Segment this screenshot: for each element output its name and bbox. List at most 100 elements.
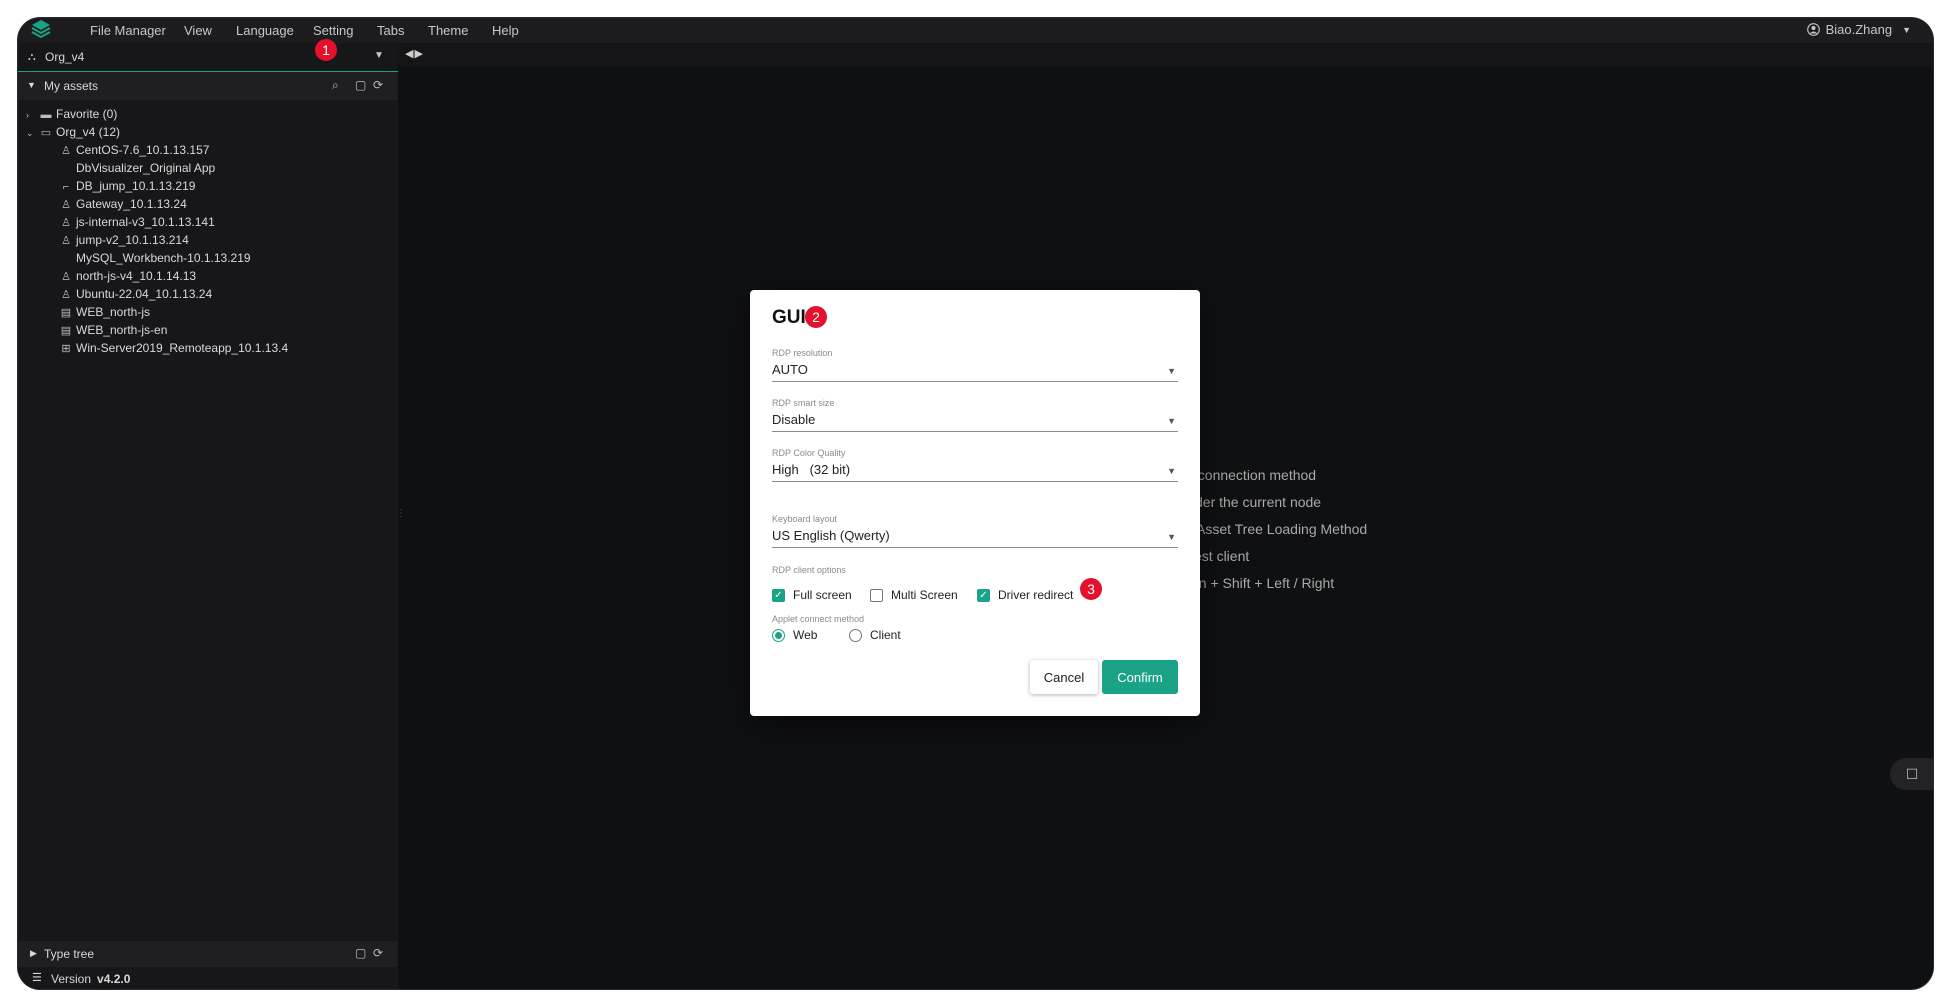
hint-text: Asset Tree Loading Method [1196,521,1368,537]
user-menu[interactable]: Biao.Zhang ▼ [1806,22,1911,37]
tree-node-org[interactable]: ⌄ ▭ Org_v4 (12) [26,123,120,141]
linux-icon: ♙ [61,289,71,301]
field-label: RDP Color Quality [772,448,846,458]
field-label: Keyboard layout [772,514,838,524]
rdp-smart-size-field: RDP smart size Disable ▼ [772,398,1178,432]
field-label: RDP resolution [772,348,833,358]
web-icon: ▤ [60,307,72,319]
radio-label: Client [870,628,901,642]
type-tree-header[interactable]: ▶ Type tree ▢ ⟳ [18,941,398,967]
select-value: US English (Qwerty) [772,528,890,543]
tabs-bar: ◀▶ [398,43,1933,67]
rdp-resolution-field: RDP resolution AUTO ▼ [772,348,1178,382]
app-logo-icon [31,20,51,39]
hint-text: on + Shift + Left / Right [1191,575,1335,591]
caret-down-icon: ▼ [1167,416,1176,426]
tree-node-asset[interactable]: ⌐ DB_jump_10.1.13.219 [60,177,196,195]
sidebar-resize-handle[interactable]: ⋮ [396,508,406,519]
tree-node-label: DB_jump_10.1.13.219 [76,179,196,193]
menu-language[interactable]: Language [236,23,294,38]
tree-node-asset[interactable]: ♙ CentOS-7.6_10.1.13.157 [60,141,209,159]
tree-node-favorite[interactable]: › ▬ Favorite (0) [26,105,117,123]
menu-theme[interactable]: Theme [428,23,468,38]
tree-node-asset[interactable]: MySQL_Workbench-10.1.13.219 [60,249,251,267]
tree-node-asset[interactable]: ⊞ Win-Server2019_Remoteapp_10.1.13.4 [60,339,288,357]
caret-right-icon: ▶ [30,948,37,958]
field-label: Applet connect method [772,614,865,624]
applet-connect-method: Applet connect method [772,614,864,624]
tree-node-label: WEB_north-js-en [76,323,168,337]
version-text: Version [51,972,92,986]
folder-icon: ▬ [40,109,52,121]
chat-icon[interactable]: ☐ [1890,758,1933,790]
collapse-icon[interactable]: ▢ [355,946,366,960]
tree-node-label: CentOS-7.6_10.1.13.157 [76,143,210,157]
caret-down-icon: ▼ [1167,366,1176,376]
linux-icon: ♙ [61,199,71,211]
menu-view[interactable]: View [184,23,212,38]
folder-open-icon: ▭ [40,127,52,139]
tree-node-label: jump-v2_10.1.13.214 [76,233,189,247]
menu-help[interactable]: Help [492,23,519,38]
chevron-down-icon: ▼ [374,50,384,61]
keyboard-layout-field: Keyboard layout US English (Qwerty) ▼ [772,514,1178,548]
search-icon[interactable]: ⌕ [332,78,339,93]
caret-down-icon: ▼ [27,80,36,90]
full-screen-checkbox[interactable]: ✓ Full screen [772,588,852,602]
hint-text: t connection method [1190,467,1317,483]
caret-down-icon: ▼ [1167,532,1176,542]
checkbox-checked-icon[interactable]: ✓ [772,588,785,602]
radio-selected-icon[interactable] [772,628,785,642]
tree-node-label: Win-Server2019_Remoteapp_10.1.13.4 [76,341,289,355]
chevron-down-icon[interactable]: ⌄ [26,124,40,142]
tree-node-asset[interactable]: ▤ WEB_north-js-en [60,321,168,339]
hint-text: der the current node [1195,494,1322,510]
tree-node-asset[interactable]: ♙ jump-v2_10.1.13.214 [60,231,189,249]
tree-node-asset[interactable]: ♙ Ubuntu-22.04_10.1.13.24 [60,285,212,303]
chevron-right-icon[interactable]: › [26,106,40,124]
keyboard-layout-select[interactable]: US English (Qwerty) ▼ [772,528,1178,548]
menu-file-manager[interactable]: File Manager [90,23,166,38]
web-radio[interactable]: Web [772,628,817,642]
refresh-icon[interactable]: ⟳ [373,946,383,960]
tab-scroll-arrows-icon[interactable]: ◀▶ [405,47,424,60]
annotation-badge: 3 [1080,578,1102,600]
tree-node-asset[interactable]: ♙ north-js-v4_10.1.14.13 [60,267,196,285]
tree-node-asset[interactable]: ♙ Gateway_10.1.13.24 [60,195,187,213]
tree-node-asset[interactable]: ♙ js-internal-v3_10.1.13.141 [60,213,215,231]
tree-node-asset[interactable]: ▤ WEB_north-js [60,303,150,321]
menu-setting[interactable]: Setting [313,23,353,38]
rdp-smart-size-select[interactable]: Disable ▼ [772,412,1178,432]
client-radio[interactable]: Client [849,628,901,642]
user-icon [1806,23,1820,36]
linux-icon: ♙ [61,235,71,247]
radio-label: Web [793,628,818,642]
rdp-color-quality-select[interactable]: High (32 bit) ▼ [772,462,1178,482]
refresh-icon[interactable]: ⟳ [373,78,383,92]
menu-tabs[interactable]: Tabs [377,23,404,38]
radio-unselected-icon[interactable] [849,628,862,642]
tree-node-asset[interactable]: DbVisualizer_Original App [60,159,215,177]
caret-down-icon: ▼ [1167,466,1176,476]
linux-icon: ♙ [61,217,71,229]
checkbox-label: Driver redirect [998,588,1074,602]
windows-icon: ⊞ [61,343,71,355]
collapse-icon[interactable]: ▢ [355,78,366,92]
my-assets-header[interactable]: ▼ My assets ⌕ ▢ ⟳ [18,72,398,100]
version-value: v4.2.0 [97,972,131,986]
tree-node-label: Ubuntu-22.04_10.1.13.24 [76,287,213,301]
select-value: AUTO [772,362,808,377]
rdp-resolution-select[interactable]: AUTO ▼ [772,362,1178,382]
field-label: RDP client options [772,565,846,575]
cancel-button[interactable]: Cancel [1030,660,1098,694]
confirm-button[interactable]: Confirm [1102,660,1178,694]
checkbox-checked-icon[interactable]: ✓ [977,588,990,602]
org-select[interactable]: ⛬ Org_v4 ▼ [18,43,398,72]
checkbox-unchecked-icon[interactable] [870,588,883,602]
select-value: Disable [772,412,816,427]
multi-screen-checkbox[interactable]: Multi Screen [870,588,958,602]
driver-redirect-checkbox[interactable]: ✓ Driver redirect [977,588,1073,602]
checkbox-label: Full screen [793,588,852,602]
annotation-badge: 1 [315,39,337,61]
sidebar: ⛬ Org_v4 ▼ ▼ My assets ⌕ ▢ ⟳ › ▬ Favorite … [18,43,398,989]
